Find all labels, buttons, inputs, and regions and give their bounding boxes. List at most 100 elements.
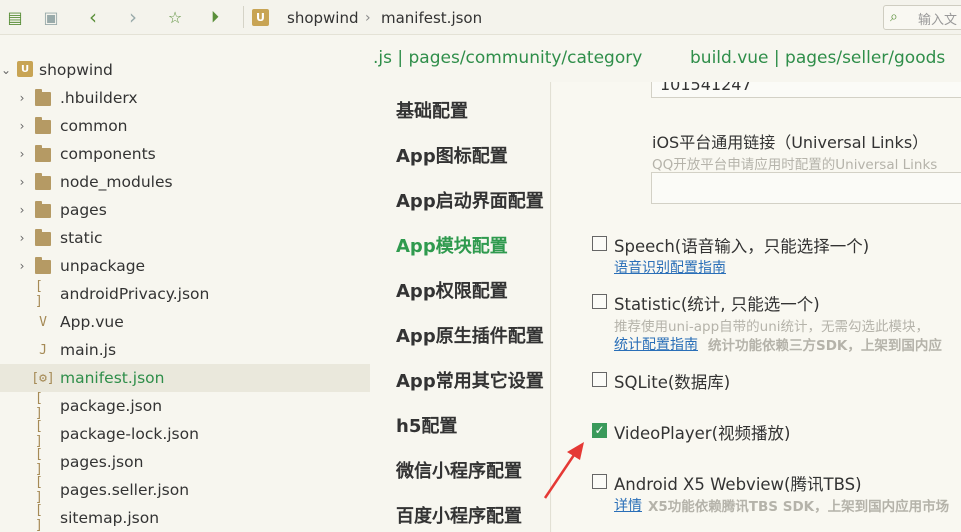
chevron-right-icon[interactable]: ›	[16, 259, 28, 273]
tree-item-static[interactable]: › static	[0, 224, 370, 252]
universal-links-title: iOS平台通用链接（Universal Links）	[652, 133, 929, 152]
json-file-icon: [ ]	[35, 279, 43, 309]
chevron-right-icon[interactable]: ›	[16, 119, 28, 133]
menu-app-other-settings[interactable]: App常用其它设置	[396, 367, 544, 393]
speech-guide-link[interactable]: 语音识别配置指南	[614, 257, 726, 277]
option-speech[interactable]: Speech(语音输入，只能选择一个)	[592, 233, 961, 256]
tree-project-label: shopwind	[39, 61, 113, 79]
project-logo-icon: U	[252, 9, 269, 26]
tree-item-pages-json[interactable]: [ ] pages.json	[0, 447, 370, 477]
folder-icon	[35, 173, 51, 190]
module-config-panel: 101541247 iOS平台通用链接（Universal Links） QQ开…	[552, 82, 961, 532]
videoplayer-checkbox[interactable]: ✓	[592, 423, 607, 438]
tree-item-manifest-json[interactable]: [⚙] manifest.json	[0, 364, 370, 392]
forward-icon[interactable]: ›	[122, 5, 144, 29]
json-file-icon: [ ]	[35, 503, 43, 532]
speech-checkbox[interactable]	[592, 236, 607, 251]
tree-item-sitemap-json[interactable]: [ ] sitemap.json	[0, 503, 370, 532]
menu-basic-config[interactable]: 基础配置	[396, 97, 468, 123]
tree-item-label: package-lock.json	[60, 425, 199, 443]
universal-links-input[interactable]	[651, 172, 961, 204]
x5-detail-link[interactable]: 详情	[614, 495, 642, 515]
tree-item-label: package.json	[60, 397, 163, 415]
tree-item-label: pages.json	[60, 453, 144, 471]
x5-webview-checkbox[interactable]	[592, 474, 607, 489]
folder-icon	[35, 201, 51, 218]
menu-app-native-plugin-config[interactable]: App原生插件配置	[396, 322, 544, 348]
menu-app-splash-config[interactable]: App启动界面配置	[396, 187, 544, 213]
project-icon: U	[17, 61, 33, 77]
option-statistic[interactable]: Statistic(统计, 只能选一个)	[592, 291, 961, 314]
new-file-icon[interactable]: ▤	[4, 6, 26, 28]
tree-item-app-vue[interactable]: V App.vue	[0, 308, 370, 336]
editor-tab-category[interactable]: .js | pages/community/category	[373, 48, 642, 68]
menu-app-icon-config[interactable]: App图标配置	[396, 142, 508, 168]
app-id-input[interactable]: 101541247	[651, 82, 961, 98]
statistic-checkbox[interactable]	[592, 294, 607, 309]
json-file-icon: [ ]	[35, 419, 43, 449]
tree-project-root[interactable]: ⌄ U shopwind	[0, 56, 370, 84]
search-icon: ⌕	[890, 9, 898, 25]
tree-item-label: .hbuilderx	[60, 89, 138, 107]
option-sqlite[interactable]: SQLite(数据库)	[592, 369, 961, 392]
tree-item-package-json[interactable]: [ ] package.json	[0, 391, 370, 421]
folder-icon	[35, 257, 51, 274]
tree-item-node-modules[interactable]: › node_modules	[0, 168, 370, 196]
tree-item-label: static	[60, 229, 103, 247]
breadcrumb-chevron-icon: ›	[365, 9, 371, 26]
tree-item-pages[interactable]: › pages	[0, 196, 370, 224]
statistic-note: 统计功能依赖三方SDK，上架到国内应	[708, 338, 942, 354]
json-file-icon: [ ]	[35, 391, 43, 421]
tree-item-label: pages	[60, 201, 107, 219]
json-file-icon: [ ]	[35, 475, 43, 505]
menu-h5-config[interactable]: h5配置	[396, 412, 457, 438]
run-icon[interactable]: ⏵	[204, 6, 226, 28]
chevron-right-icon[interactable]: ›	[16, 175, 28, 189]
tree-item-common[interactable]: › common	[0, 112, 370, 140]
statistic-hint: 推荐使用uni-app自带的uni统计，无需勾选此模块，	[614, 319, 930, 335]
tree-item-label: components	[60, 145, 156, 163]
universal-links-hint: QQ开放平台申请应用时配置的Universal Links	[652, 157, 938, 173]
menu-baidu-config[interactable]: 百度小程序配置	[396, 502, 522, 528]
menu-app-permission-config[interactable]: App权限配置	[396, 277, 508, 303]
chevron-right-icon[interactable]: ›	[16, 231, 28, 245]
folder-icon	[35, 229, 51, 246]
menu-weixin-config[interactable]: 微信小程序配置	[396, 457, 522, 483]
sqlite-label: SQLite(数据库)	[614, 373, 731, 392]
option-x5-webview[interactable]: Android X5 Webview(腾讯TBS)	[592, 471, 961, 494]
back-icon[interactable]: ‹	[82, 5, 104, 29]
project-sidebar: ⌄ U shopwind › .hbuilderx › common › componen…	[0, 36, 370, 532]
tree-item-package-lock-json[interactable]: [ ] package-lock.json	[0, 419, 370, 449]
menu-app-module-config[interactable]: App模块配置	[396, 232, 508, 258]
tree-item-unpackage[interactable]: › unpackage	[0, 252, 370, 280]
statistic-guide-link[interactable]: 统计配置指南	[614, 334, 698, 354]
tree-item-hbuilderx[interactable]: › .hbuilderx	[0, 84, 370, 112]
star-icon[interactable]: ☆	[164, 6, 186, 28]
chevron-down-icon[interactable]: ⌄	[0, 63, 12, 77]
tree-item-label: unpackage	[60, 257, 146, 275]
breadcrumb-file[interactable]: manifest.json	[381, 0, 482, 35]
folder-icon	[35, 89, 51, 106]
js-file-icon: J	[39, 342, 47, 358]
search-input[interactable]: ⌕ 输入文	[883, 5, 961, 30]
annotation-arrow-icon	[543, 442, 584, 499]
save-icon[interactable]: ▣	[40, 6, 62, 28]
option-videoplayer[interactable]: ✓ VideoPlayer(视频播放)	[592, 420, 961, 443]
chevron-right-icon[interactable]: ›	[16, 203, 28, 217]
editor-tab-goods[interactable]: build.vue | pages/seller/goods	[690, 48, 945, 68]
tree-item-label: main.js	[60, 341, 117, 359]
sqlite-checkbox[interactable]	[592, 372, 607, 387]
tree-item-label: manifest.json	[60, 369, 165, 387]
chevron-right-icon[interactable]: ›	[16, 147, 28, 161]
tree-item-components[interactable]: › components	[0, 140, 370, 168]
chevron-right-icon[interactable]: ›	[16, 91, 28, 105]
toolbar: ▤ ▣ ‹ › ☆ ⏵ U shopwind › manifest.json ⌕…	[0, 0, 961, 35]
tree-item-main-js[interactable]: Jmain.js	[0, 336, 370, 364]
tree-item-label: App.vue	[60, 313, 124, 331]
folder-icon	[35, 117, 51, 134]
tree-item-androidprivacy-json[interactable]: [ ] androidPrivacy.json	[0, 279, 370, 309]
tree-item-pages-seller-json[interactable]: [ ] pages.seller.json	[0, 475, 370, 505]
manifest-file-icon: [⚙]	[31, 370, 55, 386]
breadcrumb-project[interactable]: shopwind	[287, 0, 358, 35]
editor-tab-bar: .js | pages/community/category build.vue…	[370, 36, 961, 82]
